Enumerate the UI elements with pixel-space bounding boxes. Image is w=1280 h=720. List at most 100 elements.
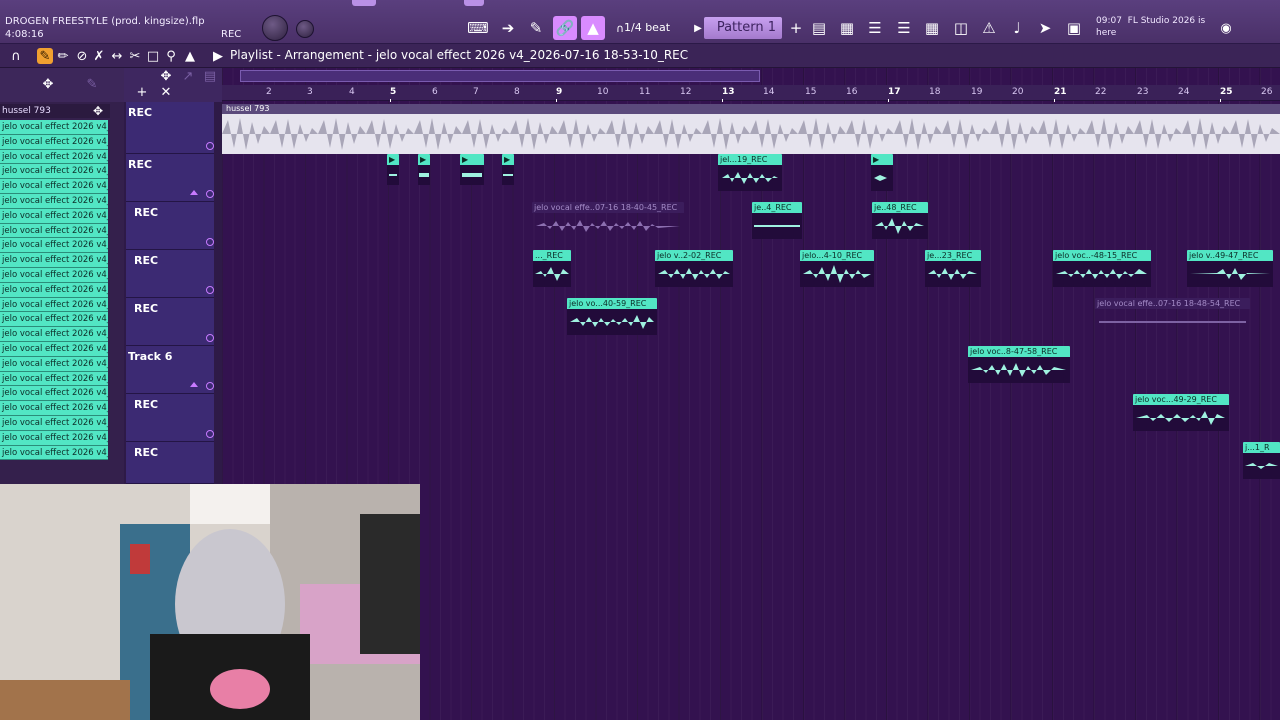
track-header[interactable]: REC [126, 250, 214, 298]
magnet-icon[interactable]: ∩ [8, 48, 24, 64]
list-item[interactable]: jelo vocal effect 2026 v4_2 [0, 356, 108, 372]
track-mute-dot[interactable] [206, 430, 214, 438]
track-mute-dot[interactable] [206, 286, 214, 294]
track-header[interactable]: REC [126, 298, 214, 346]
list-item[interactable]: jelo vocal effect 2026 v4_2 [0, 223, 108, 239]
muted-audio-clip[interactable]: jelo vocal effe..07-16 18-48-54_REC [1095, 298, 1250, 335]
master-pitch-knob[interactable] [296, 20, 314, 38]
add-pattern-icon[interactable]: + [784, 16, 808, 40]
news-panel[interactable]: 09:07 FL Studio 2026 is here [1096, 15, 1206, 39]
snap-arrows-icon[interactable]: ✥ [40, 76, 56, 92]
draw-tool-icon[interactable]: ✎ [37, 48, 53, 64]
audio-clip[interactable]: jelo v..49-47_REC [1187, 250, 1273, 287]
zoom-tool-icon[interactable]: ⚲ [163, 48, 179, 64]
list-item[interactable]: jelo vocal effect 2026 v4_2 [0, 134, 108, 150]
list-item[interactable]: jelo vocal effect 2026 v4_2 [0, 401, 108, 416]
close-icon[interactable]: ✕ [158, 84, 174, 100]
list-item[interactable]: jelo vocal effect 2026 v4_2 [0, 179, 108, 194]
list-item[interactable]: jelo vocal effect 2026 v4_2 [0, 120, 108, 135]
arrow-right-icon[interactable]: ➔ [496, 16, 520, 40]
paint-tool-icon[interactable]: ✏ [55, 48, 71, 64]
audio-clip[interactable]: j...1_R [1243, 442, 1280, 479]
track-mute-dot[interactable] [206, 382, 214, 390]
audio-clip[interactable]: je..4_REC [752, 202, 802, 239]
add-icon[interactable]: ✥ [90, 103, 106, 119]
globe-icon[interactable]: ◉ [1214, 16, 1238, 40]
muted-audio-clip[interactable]: jelo vocal effe..07-16 18-40-45_REC [532, 202, 684, 239]
track-mute-dot[interactable] [206, 142, 214, 150]
track-mute-dot[interactable] [206, 238, 214, 246]
snap-arrows-icon[interactable]: ✥ [158, 68, 174, 84]
list-item[interactable]: jelo vocal effect 2026 v4_2 [0, 238, 108, 254]
list-item[interactable]: jelo vocal effect 2026 v4_2 [0, 430, 108, 446]
list-item[interactable]: jelo vocal effect 2026 v4_2 [0, 371, 108, 387]
templates-icon[interactable]: ◫ [949, 16, 973, 40]
track-header[interactable]: REC [126, 154, 214, 202]
track-header[interactable]: REC [126, 202, 214, 250]
audio-clip[interactable]: jelo voc..-48-15_REC [1053, 250, 1151, 287]
link-icon[interactable]: ↗ [180, 68, 196, 84]
playlist-icon[interactable]: ▤ [807, 16, 831, 40]
timeline-ruler[interactable]: 2 3 4 5 6 7 8 9 10 11 12 13 14 15 16 17 … [222, 85, 1280, 102]
track-header[interactable]: REC [126, 102, 214, 154]
typing-keyboard-icon[interactable]: ⌨ [466, 16, 490, 40]
audio-clip[interactable]: jelo vo...40-59_REC [567, 298, 657, 335]
track-header[interactable]: REC [126, 394, 214, 442]
list-item[interactable]: jelo vocal effect 2026 v4_2 [0, 282, 108, 298]
plugin-icon[interactable]: ⚠ [977, 16, 1001, 40]
audio-clip[interactable]: ▶ [460, 154, 484, 185]
audio-clip[interactable]: jelo v..2-02_REC [655, 250, 733, 287]
playback-tool-icon[interactable]: ▲ [182, 48, 198, 64]
list-item[interactable]: jelo vocal effect 2026 v4_2 [0, 149, 108, 165]
arrangement-overview-scroll[interactable] [240, 70, 760, 82]
track-mute-dot[interactable] [206, 190, 214, 198]
mic-icon[interactable]: ♩ [1005, 16, 1029, 40]
track-arrow-icon[interactable] [190, 382, 198, 387]
send-icon[interactable]: ➤ [1033, 16, 1057, 40]
audio-clip[interactable]: ▶ [871, 154, 893, 191]
list-item[interactable]: jelo vocal effect 2026 v4_2 [0, 445, 108, 461]
audio-clip[interactable]: ▶ [502, 154, 514, 185]
list-item[interactable]: jelo vocal effect 2026 v4_2 [0, 193, 108, 209]
audio-clip[interactable]: je...23_REC [925, 250, 981, 287]
browser-icon[interactable]: ▦ [920, 16, 944, 40]
list-item[interactable]: jelo vocal effect 2026 v4_2 [0, 327, 108, 342]
piano-icon[interactable]: ▤ [202, 68, 218, 84]
audio-clip[interactable]: jel...19_REC [718, 154, 782, 191]
master-volume-knob[interactable] [262, 15, 288, 41]
metronome-icon[interactable]: ▲ [581, 16, 605, 40]
list-item[interactable]: jelo vocal effect 2026 v4_2 [0, 267, 108, 283]
delete-tool-icon[interactable]: ⊘ [74, 48, 90, 64]
audio-clip[interactable]: jelo...4-10_REC [800, 250, 874, 287]
mixer-icon[interactable]: ☰ [892, 16, 916, 40]
slip-tool-icon[interactable]: ↔ [109, 48, 125, 64]
track-mute-dot[interactable] [206, 334, 214, 342]
piano-roll-icon[interactable]: ▦ [835, 16, 859, 40]
speaker-icon[interactable]: ▶ [210, 48, 226, 64]
pattern-selector[interactable]: Pattern 1 [704, 17, 782, 39]
audio-clip[interactable]: jelo voc..8-47-58_REC [968, 346, 1070, 383]
shop-icon[interactable]: ▣ [1062, 16, 1086, 40]
track-header[interactable]: Track 6 [126, 346, 214, 394]
track-arrow-icon[interactable] [190, 190, 198, 195]
slice-tool-icon[interactable]: ✂ [127, 48, 143, 64]
snap-selector[interactable]: 1/4 beat [624, 18, 672, 38]
select-tool-icon[interactable]: □ [145, 48, 161, 64]
list-item[interactable]: jelo vocal effect 2026 v4_2 [0, 208, 108, 224]
link-icon[interactable]: 🔗 [553, 16, 577, 40]
channel-rack-icon[interactable]: ☰ [863, 16, 887, 40]
add-track-icon[interactable]: + [134, 84, 150, 100]
track-header[interactable]: REC [126, 442, 214, 484]
brush-icon[interactable]: ✎ [84, 76, 100, 92]
list-item[interactable]: jelo vocal effect 2026 v4_2 [0, 253, 108, 268]
master-clip-label[interactable]: hussel 793 [222, 104, 1280, 114]
list-item[interactable]: jelo vocal effect 2026 v4_2 [0, 341, 108, 357]
brush-icon[interactable]: ✎ [524, 16, 548, 40]
audio-clip[interactable]: ▶ [418, 154, 430, 185]
list-item[interactable]: jelo vocal effect 2026 v4_2 [0, 297, 108, 313]
master-audio-clip[interactable] [222, 114, 1280, 154]
list-item[interactable]: jelo vocal effect 2026 v4_2 [0, 386, 108, 402]
audio-clip[interactable]: je..48_REC [872, 202, 928, 239]
audio-clip[interactable]: ▶ [387, 154, 399, 185]
audio-clip[interactable]: jelo voc...49-29_REC [1133, 394, 1229, 431]
